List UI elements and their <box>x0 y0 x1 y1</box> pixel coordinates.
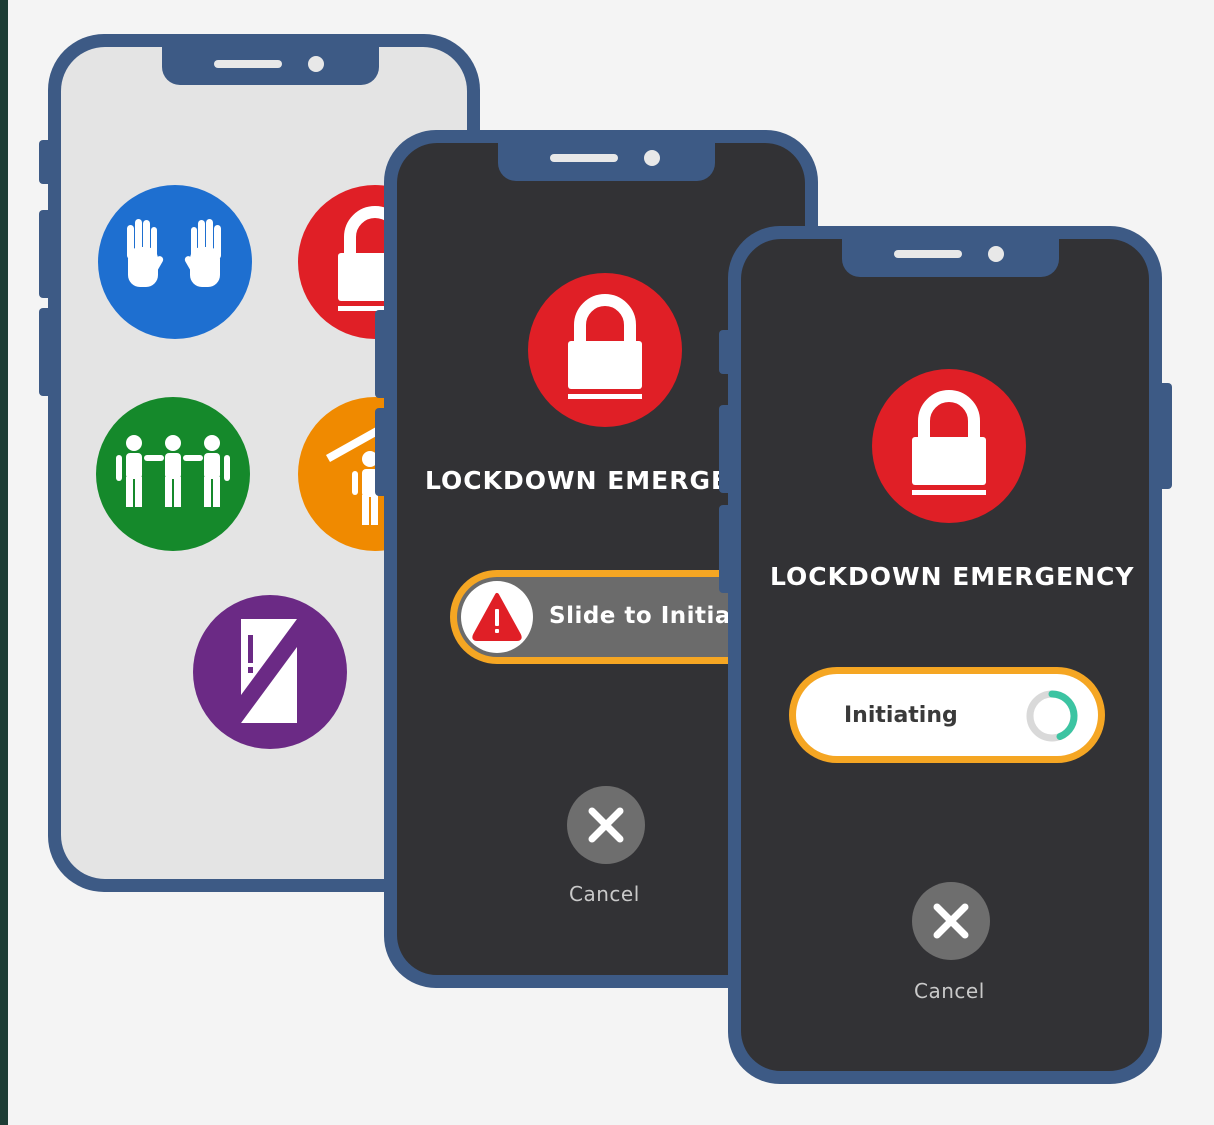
notch <box>162 47 379 85</box>
phone-initiating-screen: LOCKDOWN EMERGENCY Initiating Cancel <box>741 239 1149 1071</box>
camera <box>308 56 324 72</box>
speaker <box>894 250 962 258</box>
hands-up-icon <box>127 219 221 287</box>
close-icon <box>588 807 624 843</box>
warning-icon <box>472 593 522 641</box>
evacuate-button[interactable] <box>96 397 250 551</box>
speaker <box>214 60 282 68</box>
camera <box>988 246 1004 262</box>
initiating-status-pill: Initiating <box>789 667 1105 763</box>
cancel-label[interactable]: Cancel <box>569 882 640 906</box>
notch <box>842 239 1059 277</box>
loading-spinner-icon <box>1026 690 1078 742</box>
illustration: LOCKDOWN EMERGENCY Slide to Initiate Can… <box>8 0 1214 1125</box>
notch <box>498 143 715 181</box>
lockdown-alert-badge <box>528 273 682 427</box>
close-icon <box>933 903 969 939</box>
initiating-label: Initiating <box>844 703 958 728</box>
hold-button[interactable] <box>193 595 347 749</box>
speaker <box>550 154 618 162</box>
lock-icon <box>912 390 986 495</box>
cancel-button[interactable] <box>912 882 990 960</box>
emergency-title: LOCKDOWN EMERGENCY <box>770 562 1135 591</box>
slider-knob[interactable] <box>461 581 533 653</box>
cancel-label[interactable]: Cancel <box>914 979 985 1003</box>
lockdown-alert-badge <box>872 369 1026 523</box>
cancel-button[interactable] <box>567 786 645 864</box>
camera <box>644 150 660 166</box>
initiating-track: Initiating <box>796 674 1098 756</box>
hands-up-button[interactable] <box>98 185 252 339</box>
phone-initiating: LOCKDOWN EMERGENCY Initiating Cancel <box>728 226 1162 1084</box>
group-icon <box>116 435 230 507</box>
door-icon <box>241 619 297 723</box>
lock-icon <box>568 294 642 399</box>
